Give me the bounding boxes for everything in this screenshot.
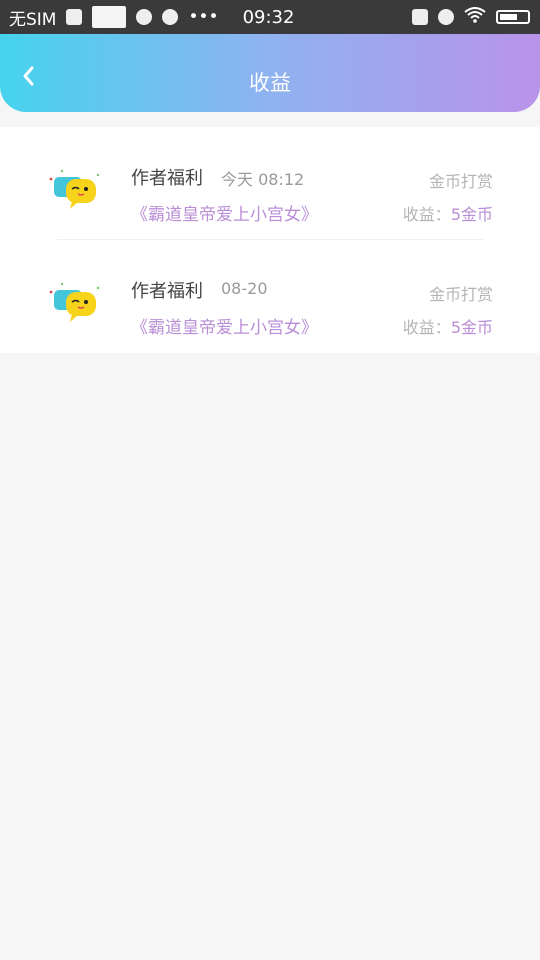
income-text: 收益：5金币 — [403, 314, 493, 338]
list-item[interactable]: 作者福利 08-20 《霸道皇帝爱上小宫女》 金币打赏 收益：5金币 — [0, 240, 540, 353]
speech-bubble-emoji-icon — [49, 282, 100, 322]
speech-bubble-emoji-icon — [49, 169, 100, 209]
list-item[interactable]: 作者福利 今天 08:12 《霸道皇帝爱上小宫女》 金币打赏 收益：5金币 — [0, 127, 540, 240]
battery-icon — [496, 10, 530, 24]
reward-type: 金币打赏 — [428, 285, 493, 304]
income-text: 收益：5金币 — [403, 201, 493, 225]
author-label: 作者福利 — [131, 168, 203, 189]
top-header: 收益 — [0, 34, 540, 112]
book-app-icon — [92, 6, 127, 28]
income-list: 作者福利 今天 08:12 《霸道皇帝爱上小宫女》 金币打赏 收益：5金币 作者… — [0, 127, 540, 353]
more-icon: ••• — [188, 7, 219, 27]
app-icon-2 — [162, 9, 179, 25]
income-value: 5金币 — [450, 205, 493, 224]
reward-type: 金币打赏 — [428, 172, 493, 191]
income-value: 5金币 — [450, 318, 493, 337]
book-title-link[interactable]: 《霸道皇帝爱上小宫女》 — [131, 313, 318, 338]
record-time: 今天 08:12 — [221, 170, 305, 189]
alarm-icon — [438, 9, 454, 25]
book-title-link[interactable]: 《霸道皇帝爱上小宫女》 — [131, 200, 318, 225]
status-bar: 无SIM ••• 09:32 — [0, 0, 540, 34]
carrier-text: 无SIM — [9, 9, 57, 30]
wifi-icon — [464, 6, 486, 28]
clock-time: 09:32 — [242, 6, 295, 28]
income-prefix: 收益： — [402, 318, 451, 337]
author-label: 作者福利 — [131, 281, 203, 302]
app-icon — [136, 9, 153, 25]
income-prefix: 收益： — [402, 205, 451, 224]
notification-icon — [66, 9, 83, 25]
page-title: 收益 — [249, 71, 291, 95]
record-time: 08-20 — [221, 279, 268, 298]
charging-icon — [412, 9, 428, 25]
